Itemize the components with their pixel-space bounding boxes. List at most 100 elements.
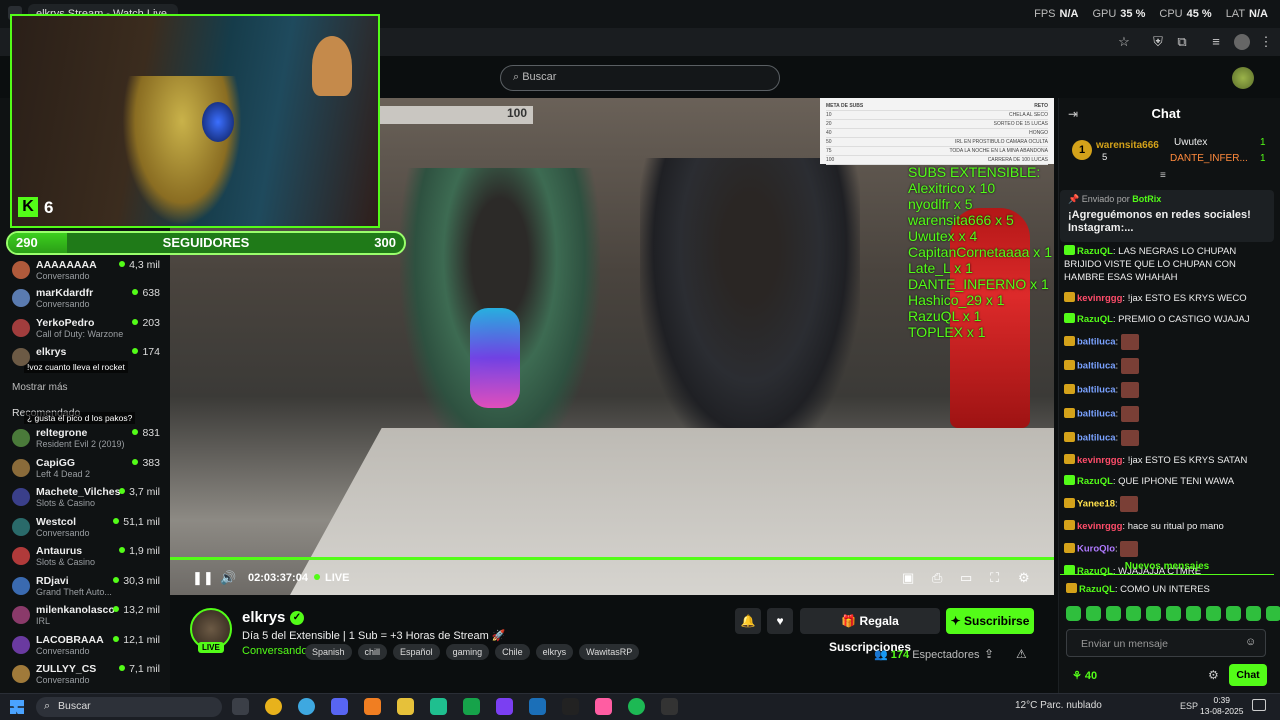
chat-username[interactable]: RazuQL	[1077, 246, 1113, 257]
stream-tag[interactable]: Chile	[495, 644, 530, 660]
streamer-name[interactable]: elkrys	[242, 609, 285, 626]
stream-tag[interactable]: Español	[393, 644, 440, 660]
chat-username[interactable]: baltiluca	[1077, 433, 1116, 444]
sidebar-channel[interactable]: YerkoPedro Call of Duty: Warzone 203	[8, 317, 170, 341]
video-progress-bar[interactable]	[170, 557, 1054, 560]
emote-icon[interactable]	[1086, 606, 1101, 621]
app-icon[interactable]	[430, 698, 447, 715]
sidebar-channel[interactable]: RDjavi Grand Theft Auto... 30,3 mil	[8, 575, 170, 599]
app-icon[interactable]	[595, 698, 612, 715]
file-explorer-icon[interactable]	[397, 698, 414, 715]
chat-settings-icon[interactable]: ⚙	[1208, 668, 1219, 682]
chat-username[interactable]: Yanee18	[1077, 499, 1115, 510]
fullscreen-icon[interactable]: ⛶	[990, 566, 999, 590]
epic-games-icon[interactable]	[661, 698, 678, 715]
stream-tag[interactable]: Spanish	[305, 644, 352, 660]
playlist-icon[interactable]: ≡	[1208, 34, 1224, 50]
pip-icon[interactable]: ▣	[902, 566, 914, 590]
emote-icon[interactable]	[1166, 606, 1181, 621]
sidebar-channel[interactable]: Machete_Vilches Slots & Casino 3,7 mil	[8, 486, 170, 510]
chat-username[interactable]: RazuQL	[1079, 584, 1115, 595]
chat-username[interactable]: baltiluca	[1077, 361, 1116, 372]
clip-icon[interactable]: ⎙	[932, 566, 942, 590]
sidebar-channel[interactable]: milenkanolasco IRL 13,2 mil	[8, 604, 170, 628]
stream-tag[interactable]: WawitasRP	[579, 644, 640, 660]
bookmark-star-icon[interactable]: ☆	[1116, 34, 1132, 50]
chat-username[interactable]: RazuQL	[1077, 314, 1113, 325]
stream-tag[interactable]: chill	[357, 644, 388, 660]
sidebar-channel[interactable]: reltegrone Resident Evil 2 (2019) 831	[8, 427, 170, 451]
search-input[interactable]: ⌕ Buscar	[500, 65, 780, 91]
emoji-icon[interactable]: ☺	[1245, 636, 1256, 648]
taskbar-search[interactable]: Buscar	[36, 697, 222, 717]
share-icon[interactable]: ⇪	[984, 647, 994, 661]
emote-icon[interactable]	[1206, 606, 1221, 621]
chat-username[interactable]: baltiluca	[1077, 337, 1116, 348]
emote-icon[interactable]	[1266, 606, 1280, 621]
stream-tag[interactable]: elkrys	[535, 644, 574, 660]
sidebar-channel[interactable]: LACOBRAAA Conversando 12,1 mil	[8, 634, 170, 658]
subscribe-button[interactable]: ✦ Suscribirse	[946, 608, 1034, 634]
system-clock[interactable]: 0:39 13-08-2025	[1200, 695, 1243, 717]
emote-icon[interactable]	[1246, 606, 1261, 621]
steam-icon[interactable]	[529, 698, 546, 715]
chat-username[interactable]: baltiluca	[1077, 385, 1116, 396]
chat-username[interactable]: RazuQL	[1077, 476, 1113, 487]
profile-icon[interactable]	[1234, 34, 1250, 50]
stream-tag[interactable]: gaming	[445, 644, 490, 660]
chat-username[interactable]: baltiluca	[1077, 409, 1116, 420]
sidebar-channel[interactable]: marKdardfr Conversando 638	[8, 287, 170, 311]
app-icon[interactable]	[463, 698, 480, 715]
follow-heart-button[interactable]: ♥	[767, 608, 793, 634]
task-view-icon[interactable]	[232, 698, 249, 715]
leader-name[interactable]: warensita666	[1096, 140, 1159, 151]
settings-gear-icon[interactable]: ⚙	[1018, 566, 1030, 590]
leader-name[interactable]: DANTE_INFER...	[1170, 153, 1248, 164]
chat-send-button[interactable]: Chat	[1229, 664, 1267, 686]
spotify-icon[interactable]	[628, 698, 645, 715]
sidebar-channel[interactable]: elkrys 174	[8, 346, 170, 370]
chat-username[interactable]: KuroQlo	[1077, 544, 1115, 555]
weather-widget[interactable]: 12°C Parc. nublado	[1015, 700, 1102, 711]
epic-games-icon[interactable]	[562, 698, 579, 715]
sidebar-channel[interactable]: Antaurus Slots & Casino 1,9 mil	[8, 545, 170, 569]
sidebar-channel[interactable]: AAAAAAAA Conversando 4,3 mil	[8, 259, 170, 283]
sidebar-channel[interactable]: ZULLYY_CS Conversando 7,1 mil	[8, 663, 170, 687]
discord-icon[interactable]	[331, 698, 348, 715]
user-avatar[interactable]	[1232, 67, 1254, 89]
input-language[interactable]: ESP	[1180, 701, 1198, 711]
new-messages-divider[interactable]: Nuevos mensajes	[1060, 561, 1274, 575]
chat-username[interactable]: kevinrggg	[1077, 521, 1122, 532]
kicks-balance[interactable]: ⚘ 40	[1072, 669, 1097, 682]
chat-username[interactable]: kevinrggg	[1077, 455, 1122, 466]
stream-category[interactable]: Conversando	[242, 645, 307, 657]
emote-icon[interactable]	[1146, 606, 1161, 621]
emote-icon[interactable]	[1186, 606, 1201, 621]
report-icon[interactable]: ⚠	[1016, 647, 1027, 661]
chat-input[interactable]: Enviar un mensaje	[1066, 629, 1266, 657]
emote-icon[interactable]	[1106, 606, 1121, 621]
chrome-icon[interactable]	[265, 698, 282, 715]
extensions-icon[interactable]: ⧉	[1174, 34, 1190, 50]
pinned-message[interactable]: 📌 Enviado por BotRix ¡Agreguémonos en re…	[1060, 190, 1274, 242]
gift-subs-button[interactable]: 🎁 Regala Suscripciones	[800, 608, 940, 654]
twitch-icon[interactable]	[496, 698, 513, 715]
app-icon[interactable]	[364, 698, 381, 715]
theater-icon[interactable]: ▭	[960, 566, 972, 590]
expand-leaderboard-icon[interactable]: ≡	[1160, 170, 1166, 181]
emote-icon[interactable]	[1066, 606, 1081, 621]
volume-icon[interactable]: 🔊	[220, 566, 236, 590]
notifications-icon[interactable]	[1252, 699, 1266, 711]
pause-icon[interactable]: ❚❚	[192, 566, 214, 590]
sidebar-channel[interactable]: Westcol Conversando 51,1 mil	[8, 516, 170, 540]
emote-icon[interactable]	[1126, 606, 1141, 621]
show-more-link[interactable]: Mostrar más	[12, 382, 68, 393]
sidebar-channel[interactable]: CapiGG Left 4 Dead 2 383	[8, 457, 170, 481]
browser-menu-icon[interactable]: ⋮	[1258, 34, 1274, 50]
shield-extension-icon[interactable]: ⛨	[1150, 34, 1166, 50]
leader-name[interactable]: Uwutex	[1174, 137, 1207, 148]
emote-icon[interactable]	[1226, 606, 1241, 621]
chat-username[interactable]: kevinrggg	[1077, 293, 1122, 304]
chrome-icon[interactable]	[298, 698, 315, 715]
notification-bell-button[interactable]: 🔔	[735, 608, 761, 634]
